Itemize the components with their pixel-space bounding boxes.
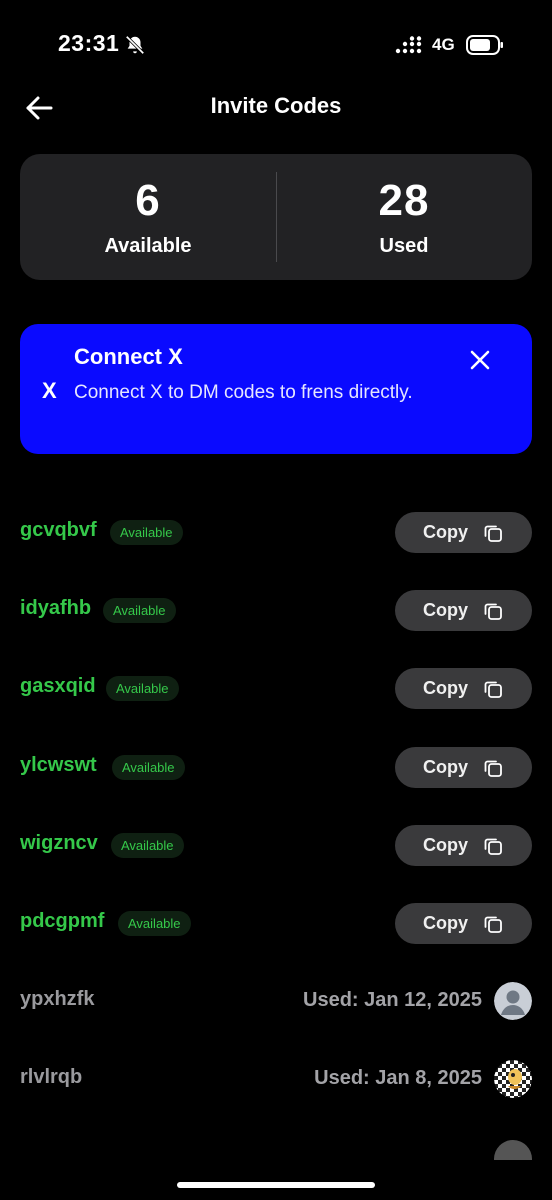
stats-card: 6 Available 28 Used bbox=[20, 154, 532, 280]
copy-label: Copy bbox=[423, 757, 468, 777]
invite-code: wigzncv bbox=[20, 832, 98, 854]
status-badge: Available bbox=[118, 911, 191, 936]
invite-code: gcvqbvf bbox=[20, 519, 97, 541]
used-code-row: rlvlrqb Used: Jan 8, 2025 bbox=[20, 1059, 532, 1101]
x-logo-icon: X bbox=[42, 378, 57, 403]
status-badge: Available bbox=[110, 520, 183, 545]
banner-title: Connect X bbox=[74, 344, 183, 369]
signal-icon bbox=[395, 36, 422, 54]
invite-code: pdcgpmf bbox=[20, 910, 105, 932]
copy-icon bbox=[484, 603, 502, 620]
used-label: Used bbox=[379, 235, 429, 257]
code-row: idyafhb Available Copy bbox=[20, 590, 532, 632]
copy-icon bbox=[484, 838, 502, 855]
status-badge: Available bbox=[111, 833, 184, 858]
copy-icon bbox=[484, 681, 502, 698]
copy-label: Copy bbox=[423, 600, 468, 620]
code-row: pdcgpmf Available Copy bbox=[20, 903, 532, 945]
network-type: 4G bbox=[432, 35, 455, 54]
copy-label: Copy bbox=[423, 522, 468, 542]
code-row: gasxqid Available Copy bbox=[20, 668, 532, 710]
invite-code: ypxhzfk bbox=[20, 988, 95, 1010]
status-badge: Available bbox=[103, 598, 176, 623]
page-title: Invite Codes bbox=[210, 93, 342, 118]
avatar[interactable] bbox=[494, 982, 532, 1020]
invite-code: gasxqid bbox=[20, 675, 96, 697]
copy-button[interactable]: Copy bbox=[395, 747, 532, 788]
cutoff-row bbox=[20, 1140, 532, 1160]
battery-icon bbox=[466, 35, 503, 55]
banner-description: Connect X to DM codes to frens directly. bbox=[74, 382, 413, 403]
default-avatar-icon bbox=[494, 982, 532, 1020]
copy-label: Copy bbox=[423, 678, 468, 698]
code-row: ylcwswt Available Copy bbox=[20, 747, 532, 789]
status-badge: Available bbox=[112, 755, 185, 780]
copy-button[interactable]: Copy bbox=[395, 825, 532, 866]
avatar[interactable] bbox=[494, 1140, 532, 1160]
copy-icon bbox=[484, 916, 502, 933]
connect-x-banner[interactable]: X Connect X Connect X to DM codes to fre… bbox=[20, 324, 532, 454]
available-stat: 6 Available bbox=[20, 154, 276, 280]
bell-off-icon bbox=[125, 35, 145, 55]
copy-icon bbox=[484, 760, 502, 777]
nft-avatar-icon bbox=[494, 1060, 532, 1098]
code-row: wigzncv Available Copy bbox=[20, 825, 532, 867]
available-label: Available bbox=[104, 235, 192, 257]
available-count: 6 bbox=[135, 176, 161, 225]
home-indicator[interactable] bbox=[177, 1182, 375, 1188]
avatar[interactable] bbox=[494, 1060, 532, 1098]
status-badge: Available bbox=[106, 676, 179, 701]
copy-label: Copy bbox=[423, 835, 468, 855]
invite-code: ylcwswt bbox=[20, 754, 97, 776]
used-count: 28 bbox=[378, 176, 430, 225]
copy-button[interactable]: Copy bbox=[395, 668, 532, 709]
invite-code: rlvlrqb bbox=[20, 1066, 83, 1088]
close-icon[interactable] bbox=[468, 348, 492, 372]
copy-label: Copy bbox=[423, 913, 468, 933]
copy-button[interactable]: Copy bbox=[395, 590, 532, 631]
copy-button[interactable]: Copy bbox=[395, 903, 532, 944]
used-date: Used: Jan 8, 2025 bbox=[314, 1067, 482, 1089]
status-bar: 23:31 4G bbox=[0, 0, 552, 90]
used-date: Used: Jan 12, 2025 bbox=[303, 989, 482, 1011]
copy-icon bbox=[484, 525, 502, 542]
invite-code: idyafhb bbox=[20, 597, 92, 619]
used-code-row: ypxhzfk Used: Jan 12, 2025 bbox=[20, 981, 532, 1023]
code-row: gcvqbvf Available Copy bbox=[20, 512, 532, 554]
status-time: 23:31 bbox=[58, 30, 120, 56]
used-stat: 28 Used bbox=[276, 154, 532, 280]
copy-button[interactable]: Copy bbox=[395, 512, 532, 553]
